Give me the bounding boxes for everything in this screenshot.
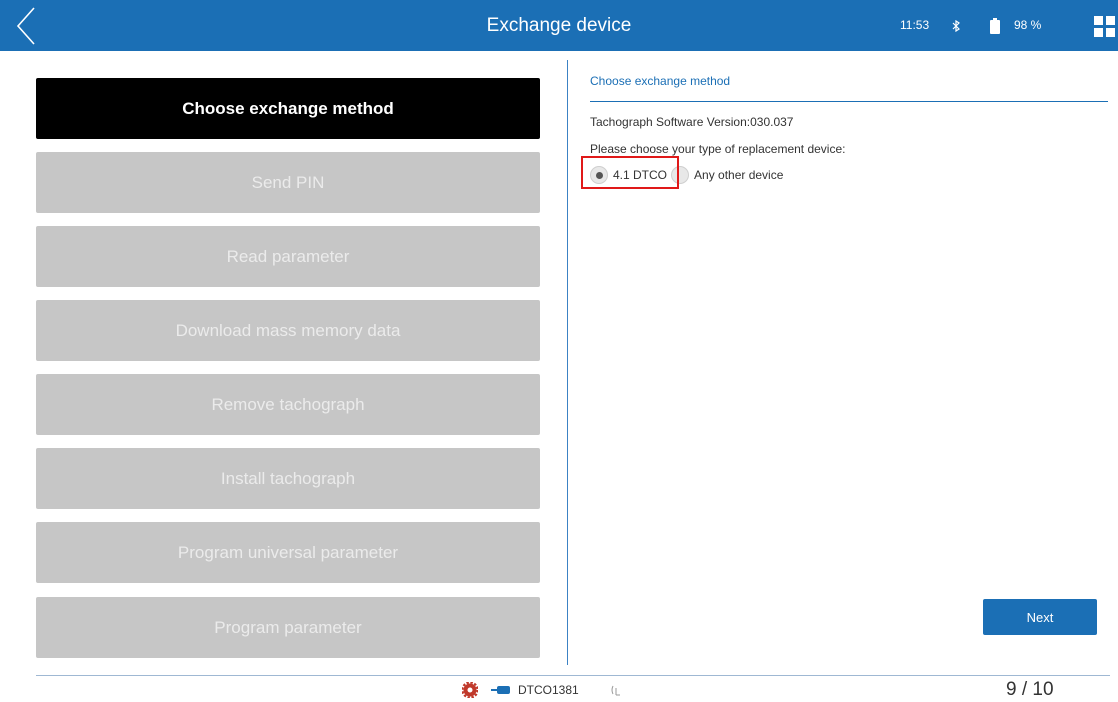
battery-icon bbox=[990, 0, 1000, 51]
software-version: Tachograph Software Version:030.037 bbox=[590, 115, 794, 129]
signal-icon bbox=[611, 678, 621, 702]
chevron-left-icon bbox=[16, 7, 35, 45]
step-remove-tachograph[interactable]: Remove tachograph bbox=[36, 374, 540, 435]
step-program-parameter[interactable]: Program parameter bbox=[36, 597, 540, 658]
vertical-divider bbox=[567, 60, 568, 665]
clock: 11:53 bbox=[900, 18, 930, 32]
gear-icon bbox=[462, 678, 478, 702]
step-install-tachograph[interactable]: Install tachograph bbox=[36, 448, 540, 509]
footer-divider bbox=[36, 675, 1110, 676]
device-label: DTCO1381 bbox=[518, 683, 579, 697]
next-button[interactable]: Next bbox=[983, 599, 1097, 635]
heading-divider bbox=[590, 101, 1108, 102]
step-read-parameter[interactable]: Read parameter bbox=[36, 226, 540, 287]
usb-icon bbox=[491, 678, 511, 702]
step-choose-exchange-method[interactable]: Choose exchange method bbox=[36, 78, 540, 139]
battery-level: 98 % bbox=[1014, 18, 1042, 32]
radio-option-other-device[interactable]: Any other device bbox=[671, 166, 783, 184]
back-button[interactable] bbox=[6, 4, 46, 48]
step-download-mass-memory[interactable]: Download mass memory data bbox=[36, 300, 540, 361]
device-prompt: Please choose your type of replacement d… bbox=[590, 142, 846, 156]
step-program-universal-parameter[interactable]: Program universal parameter bbox=[36, 522, 540, 583]
bluetooth-icon bbox=[951, 0, 961, 51]
radio-label-other-device: Any other device bbox=[694, 168, 784, 182]
selection-highlight bbox=[581, 156, 679, 189]
top-bar: Exchange device 11:53 98 % bbox=[0, 0, 1118, 51]
page-indicator: 9 / 10 bbox=[1006, 679, 1054, 700]
grid-icon[interactable] bbox=[1094, 16, 1116, 38]
section-heading: Choose exchange method bbox=[590, 74, 731, 88]
step-send-pin[interactable]: Send PIN bbox=[36, 152, 540, 213]
